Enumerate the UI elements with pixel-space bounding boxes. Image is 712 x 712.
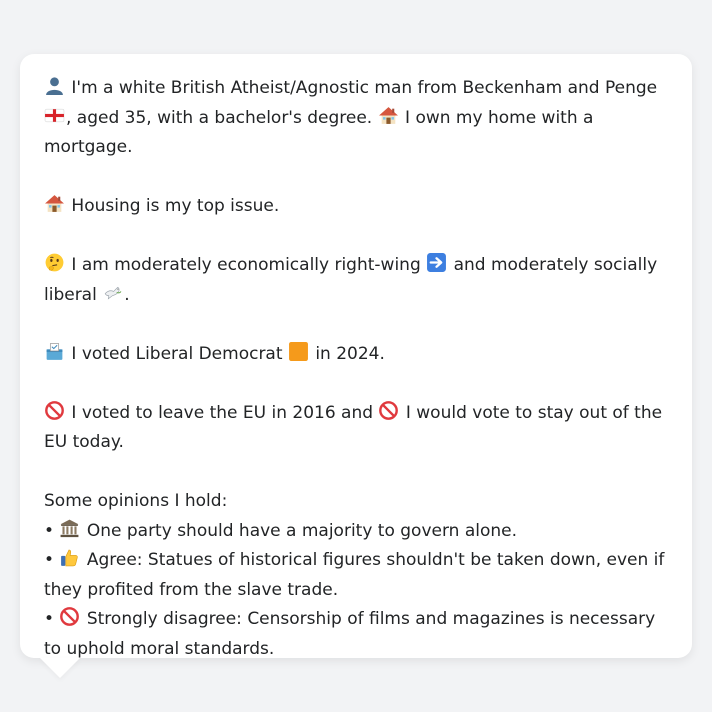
england-flag-icon (44, 105, 65, 126)
ideology-text-a: I am moderately economically right-wing (71, 255, 421, 275)
prohibited-icon (59, 606, 80, 627)
ballot-box-icon (44, 341, 65, 362)
intro-text-a: I'm a white British Atheist/Agnostic man… (71, 78, 658, 98)
top-issue-text: Housing is my top issue. (71, 196, 280, 216)
prohibited-icon (378, 400, 399, 421)
thinking-face-icon (44, 252, 65, 273)
opinion-text: One party should have a majority to gove… (86, 520, 518, 541)
classical-building-icon (59, 518, 80, 539)
opinion-item: • One party should have a majority to go… (44, 517, 668, 547)
right-arrow-icon (426, 252, 447, 273)
opinion-text: Agree: Statues of historical figures sho… (44, 550, 665, 600)
bullet-marker: • (44, 609, 55, 629)
eu-text-a: I voted to leave the EU in 2016 and (71, 402, 374, 423)
top-issue-paragraph: Housing is my top issue. (44, 192, 668, 222)
opinion-text: Strongly disagree: Censorship of films a… (44, 609, 656, 659)
ideology-paragraph: I am moderately economically right-wing … (44, 251, 668, 310)
vote-2024-paragraph: I voted Liberal Democrat in 2024. (44, 340, 668, 370)
dove-icon (102, 282, 123, 303)
eu-paragraph: I voted to leave the EU in 2016 and I wo… (44, 399, 668, 458)
intro-text-b: , aged 35, with a bachelor's degree. (66, 107, 373, 128)
message-bubble: I'm a white British Atheist/Agnostic man… (20, 54, 692, 659)
intro-paragraph: I'm a white British Atheist/Agnostic man… (44, 74, 668, 163)
thumbs-up-icon (59, 547, 80, 568)
ideology-text-c: . (124, 284, 130, 305)
opinion-item: • Strongly disagree: Censorship of films… (44, 605, 668, 664)
opinion-item: • Agree: Statues of historical figures s… (44, 546, 668, 605)
vote-2024-text-b: in 2024. (315, 343, 385, 364)
orange-square-icon (288, 341, 309, 362)
house-icon (378, 105, 399, 126)
vote-2024-text-a: I voted Liberal Democrat (71, 343, 283, 364)
bullet-marker: • (44, 520, 55, 541)
bullet-marker: • (44, 550, 55, 570)
message-content: I'm a white British Atheist/Agnostic man… (44, 74, 668, 664)
prohibited-icon (44, 400, 65, 421)
house-icon (44, 193, 65, 214)
opinions-paragraph: Some opinions I hold: • One party should… (44, 487, 668, 664)
opinions-heading: Some opinions I hold: (44, 491, 228, 511)
person-silhouette-icon (44, 75, 65, 96)
bubble-tail (40, 658, 80, 678)
